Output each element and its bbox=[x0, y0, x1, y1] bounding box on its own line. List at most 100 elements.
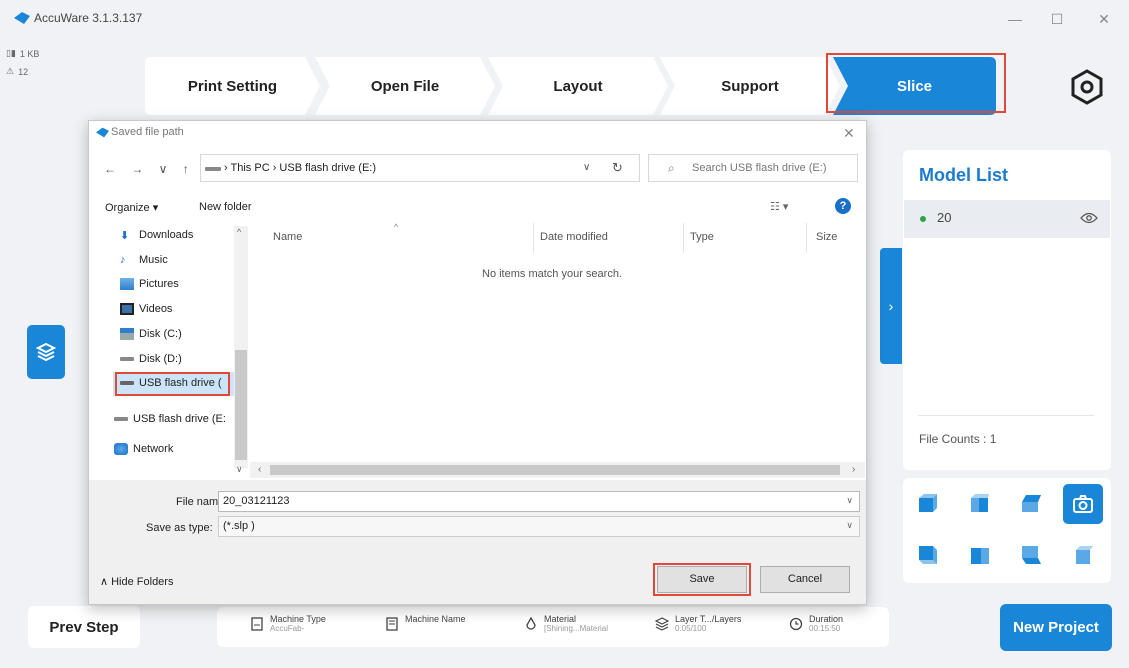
tree-label: Downloads bbox=[139, 229, 194, 241]
scroll-left-icon[interactable]: ‹ bbox=[258, 464, 261, 475]
column-header-size[interactable]: Size bbox=[816, 231, 837, 243]
scroll-right-icon[interactable]: › bbox=[852, 464, 855, 475]
tree-label: USB flash drive (E: bbox=[133, 413, 226, 425]
new-project-button[interactable]: New Project bbox=[1000, 604, 1112, 651]
tree-item-downloads[interactable]: ⬇ Downloads bbox=[120, 229, 194, 242]
title-bar bbox=[0, 0, 1129, 38]
prev-step-button[interactable]: Prev Step bbox=[28, 606, 140, 648]
step-open-file[interactable]: Open File bbox=[315, 57, 495, 115]
dialog-title: Saved file path bbox=[111, 126, 184, 138]
minimize-button[interactable]: — bbox=[1003, 8, 1027, 30]
tree-label: Network bbox=[133, 443, 174, 455]
file-counts: File Counts : 1 bbox=[919, 432, 997, 446]
warning-count: 12 bbox=[18, 66, 29, 77]
file-name-input[interactable]: 20_03121123 ∨ bbox=[218, 491, 860, 512]
column-separator[interactable] bbox=[533, 223, 534, 253]
bar-chart-icon: ▯▮ bbox=[6, 48, 16, 58]
view-mode-icon[interactable]: ☷ ▾ bbox=[770, 200, 788, 213]
pictures-icon bbox=[120, 278, 134, 290]
tree-item-videos[interactable]: Videos bbox=[120, 303, 172, 315]
panel-divider bbox=[918, 415, 1094, 416]
visibility-eye-icon[interactable] bbox=[1080, 212, 1098, 224]
chevron-down-icon[interactable]: ∨ bbox=[846, 520, 853, 531]
tree-item-network[interactable]: Network bbox=[114, 443, 173, 455]
settings-icon[interactable] bbox=[1068, 68, 1106, 106]
view-left-cube-icon[interactable] bbox=[969, 544, 991, 566]
tree-item-disk-c[interactable]: Disk (C:) bbox=[120, 328, 182, 340]
screenshot-camera-button[interactable] bbox=[1063, 484, 1103, 524]
app-logo-icon bbox=[14, 12, 30, 24]
save-highlight-box bbox=[653, 563, 751, 596]
column-separator[interactable] bbox=[683, 223, 684, 253]
camera-icon bbox=[1073, 495, 1093, 513]
view-back-cube-icon[interactable] bbox=[917, 544, 939, 566]
column-header-date[interactable]: Date modified bbox=[540, 231, 608, 243]
layers-label: Layer T.../Layers bbox=[675, 614, 742, 624]
warning-stat: ⚠ 12 bbox=[6, 66, 28, 77]
close-button[interactable]: ✕ bbox=[1092, 8, 1116, 30]
videos-icon bbox=[120, 303, 134, 315]
column-separator[interactable] bbox=[806, 223, 807, 253]
search-placeholder: Search USB flash drive (E:) bbox=[692, 162, 827, 174]
maximize-button[interactable]: ☐ bbox=[1045, 8, 1069, 30]
tree-scroll-thumb[interactable] bbox=[235, 350, 247, 460]
view-iso-cube-icon[interactable] bbox=[1072, 544, 1094, 566]
layers-small-icon bbox=[655, 617, 669, 631]
chevron-down-icon[interactable]: ∨ bbox=[846, 495, 853, 506]
app-title: AccuWare 3.1.3.137 bbox=[34, 11, 143, 25]
tree-item-pictures[interactable]: Pictures bbox=[120, 278, 179, 290]
tree-item-usb-e[interactable]: USB flash drive (E: bbox=[114, 413, 226, 425]
column-header-type[interactable]: Type bbox=[690, 231, 714, 243]
scroll-up-icon[interactable]: ^ bbox=[237, 227, 241, 237]
view-right-cube-icon[interactable] bbox=[969, 492, 991, 514]
chevron-right-icon: › bbox=[888, 298, 894, 314]
sort-arrow-icon: ^ bbox=[394, 222, 399, 232]
dialog-close-button[interactable]: ✕ bbox=[843, 125, 855, 142]
layers-button[interactable] bbox=[27, 325, 65, 379]
tree-item-music[interactable]: ♪ Music bbox=[120, 254, 168, 266]
cancel-button[interactable]: Cancel bbox=[760, 566, 850, 593]
scroll-down-icon[interactable]: ∨ bbox=[236, 464, 243, 475]
model-status-dot bbox=[920, 216, 926, 222]
view-bottom-cube-icon[interactable] bbox=[1020, 544, 1042, 566]
column-header-name[interactable]: Name bbox=[273, 231, 302, 243]
collapse-panel-tab[interactable]: › bbox=[880, 248, 902, 364]
organize-menu[interactable]: Organize ▾ bbox=[105, 201, 158, 214]
search-icon: ⌕ bbox=[668, 161, 675, 175]
save-type-label: Save as type: bbox=[146, 522, 213, 534]
machine-type-info: Machine Type AccuFab- bbox=[250, 614, 326, 634]
step-label: Open File bbox=[370, 77, 440, 95]
step-print-setting[interactable]: Print Setting bbox=[145, 57, 320, 115]
dialog-app-icon bbox=[96, 127, 109, 138]
chevron-down-icon[interactable]: ∨ bbox=[583, 162, 590, 173]
material-label: Material bbox=[544, 614, 577, 624]
layers-icon bbox=[36, 342, 56, 362]
duration-value: 00:15:50 bbox=[809, 624, 841, 633]
view-top-cube-icon[interactable] bbox=[1020, 492, 1042, 514]
drive-icon bbox=[205, 167, 221, 171]
tree-label: Music bbox=[139, 254, 168, 266]
hide-folders-button[interactable]: ∧ Hide Folders bbox=[100, 575, 173, 588]
usb-drive-icon bbox=[114, 417, 128, 421]
drop-icon bbox=[526, 617, 536, 630]
address-path: › This PC › USB flash drive (E:) bbox=[224, 162, 376, 174]
step-support[interactable]: Support bbox=[660, 57, 840, 115]
machine-name-info: Machine Name bbox=[385, 614, 466, 631]
horizontal-scroll-thumb[interactable] bbox=[270, 465, 840, 475]
material-info: Material [Shining...Material bbox=[524, 614, 608, 634]
refresh-icon[interactable]: ↻ bbox=[612, 160, 623, 176]
tree-label: Disk (C:) bbox=[139, 328, 182, 340]
help-icon[interactable]: ? bbox=[835, 198, 851, 214]
tree-item-disk-d[interactable]: Disk (D:) bbox=[120, 353, 182, 365]
duration-label: Duration bbox=[809, 614, 844, 624]
model-list-title: Model List bbox=[919, 165, 1008, 185]
duration-info: Duration 00:15:50 bbox=[789, 614, 843, 634]
view-front-cube-icon[interactable] bbox=[917, 492, 939, 514]
step-layout[interactable]: Layout bbox=[488, 57, 668, 115]
new-folder-button[interactable]: New folder bbox=[199, 201, 252, 213]
navigation-arrows[interactable]: ← → ∨ ↑ bbox=[104, 162, 195, 176]
save-type-select[interactable]: (*.slp ) ∨ bbox=[218, 516, 860, 537]
drive-icon bbox=[120, 357, 134, 361]
printer-icon bbox=[251, 617, 263, 631]
usb-highlight-box bbox=[115, 372, 230, 396]
